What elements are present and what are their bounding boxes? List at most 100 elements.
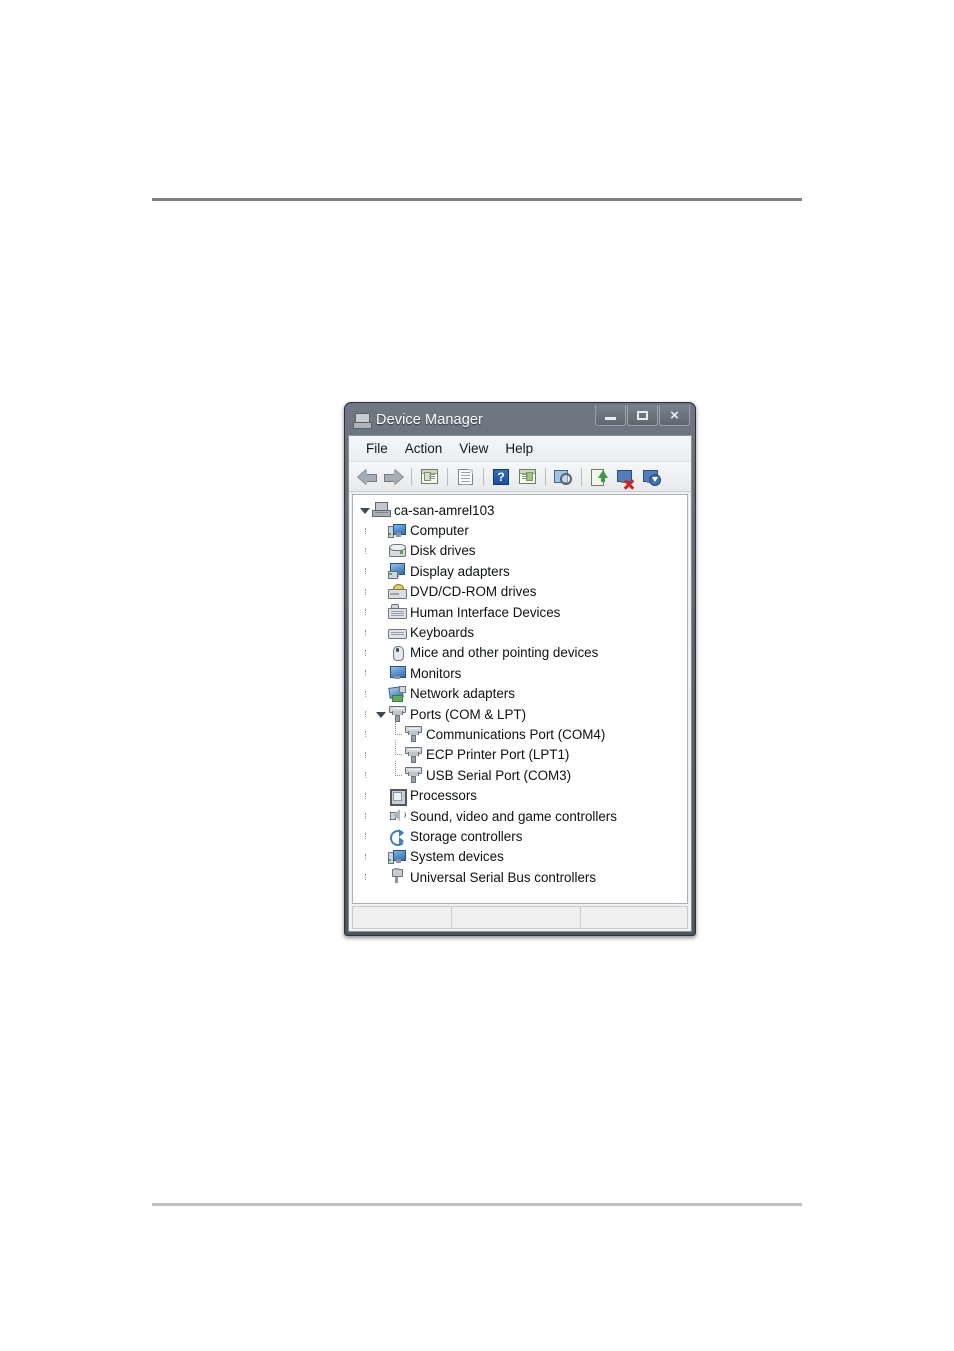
tree-collapsed-arrow-icon[interactable] — [374, 524, 387, 537]
tree-item-label: ca-san-amrel103 — [394, 502, 495, 518]
tree-item[interactable]: Processors — [358, 785, 687, 806]
menu-item-file[interactable]: File — [358, 439, 397, 458]
tree-item[interactable]: Sound, video and game controllers — [358, 806, 687, 826]
toolbar: ? — [349, 462, 691, 492]
tree-item-label: Display adapters — [410, 563, 510, 579]
tree-collapsed-arrow-icon[interactable] — [374, 871, 387, 884]
disk-drive-icon — [388, 543, 406, 559]
console-tree-icon — [420, 469, 438, 484]
mouse-icon — [388, 645, 406, 661]
window-controls: × — [594, 405, 690, 427]
port-icon — [404, 726, 422, 743]
question-mark-icon: ? — [493, 468, 509, 485]
tree-expanded-arrow-icon[interactable] — [358, 504, 371, 517]
tree-item[interactable]: Communications Port (COM4) — [358, 719, 687, 744]
sound-controller-icon — [388, 808, 406, 824]
menu-bar: File Action View Help — [349, 436, 691, 462]
menu-item-help[interactable]: Help — [497, 439, 542, 458]
tree-item[interactable]: Disk drives — [358, 541, 687, 561]
monitor-icon — [388, 665, 406, 681]
tree-item[interactable]: ca-san-amrel103 — [358, 500, 687, 520]
minimize-icon — [605, 416, 616, 420]
tree-collapsed-arrow-icon[interactable] — [374, 830, 387, 843]
tree-item[interactable]: DVD/CD-ROM drives — [358, 582, 687, 602]
tree-collapsed-arrow-icon[interactable] — [374, 789, 387, 802]
status-cell-1 — [353, 907, 452, 928]
tree-collapsed-arrow-icon[interactable] — [374, 667, 387, 680]
tree-collapsed-arrow-icon[interactable] — [374, 585, 387, 598]
uninstall-device-button[interactable] — [639, 465, 663, 488]
tree-item[interactable]: Storage controllers — [358, 826, 687, 847]
arrow-left-icon — [357, 469, 377, 485]
minimize-button[interactable] — [595, 405, 626, 426]
tree-collapsed-arrow-icon[interactable] — [374, 606, 387, 619]
tree-item[interactable]: USB Serial Port (COM3) — [358, 760, 687, 785]
tree-collapsed-arrow-icon[interactable] — [374, 646, 387, 659]
tree-item[interactable]: Human Interface Devices — [358, 602, 687, 622]
tree-item[interactable]: Monitors — [358, 663, 687, 683]
keyboard-icon — [388, 625, 407, 641]
tree-item[interactable]: Display adapters — [358, 561, 687, 581]
toolbar-separator — [581, 467, 582, 486]
tree-item[interactable]: Network adapters — [358, 684, 687, 704]
tree-item-label: System devices — [410, 849, 504, 865]
show-hide-action-pane-button[interactable] — [515, 465, 539, 488]
port-icon — [404, 746, 422, 763]
tree-item[interactable]: Keyboards — [358, 622, 687, 642]
menu-item-view[interactable]: View — [451, 439, 497, 458]
arrow-right-icon — [383, 469, 403, 485]
disable-device-button[interactable] — [613, 465, 637, 490]
tree-item[interactable]: Computer — [358, 520, 687, 540]
processor-icon — [388, 788, 407, 806]
status-cell-3 — [581, 907, 687, 928]
dvd-drive-icon — [388, 583, 407, 600]
network-adapter-icon — [388, 685, 406, 702]
system-device-icon — [388, 849, 406, 865]
human-interface-device-icon — [388, 604, 407, 620]
tree-item[interactable]: System devices — [358, 847, 687, 867]
tree-connector-icon — [390, 760, 403, 782]
computer-icon — [388, 523, 406, 539]
scan-for-hardware-changes-button[interactable] — [551, 465, 575, 488]
computer-root-icon — [372, 502, 391, 518]
tree-collapsed-arrow-icon[interactable] — [374, 850, 387, 863]
tree-item[interactable]: Universal Serial Bus controllers — [358, 867, 687, 887]
show-hide-console-tree-button[interactable] — [417, 465, 441, 488]
action-pane-icon — [518, 469, 536, 484]
title-bar[interactable]: Device Manager × — [348, 405, 692, 435]
toolbar-separator — [545, 467, 546, 486]
display-adapter-icon — [388, 563, 406, 580]
tree-collapsed-arrow-icon[interactable] — [374, 626, 387, 639]
tree-item[interactable]: Ports (COM & LPT) — [358, 704, 687, 724]
forward-button[interactable] — [381, 465, 405, 488]
scan-hardware-icon — [554, 469, 572, 485]
tree-collapsed-arrow-icon[interactable] — [374, 687, 387, 700]
tree-item-label: Computer — [410, 523, 469, 539]
tree-item[interactable]: ECP Printer Port (LPT1) — [358, 740, 687, 765]
tree-item-label: Sound, video and game controllers — [410, 808, 617, 824]
update-driver-software-button[interactable] — [587, 465, 611, 488]
tree-collapsed-arrow-icon[interactable] — [374, 544, 387, 557]
tree-item-label: ECP Printer Port (LPT1) — [426, 747, 570, 763]
port-icon — [388, 706, 406, 723]
tree-item[interactable]: Mice and other pointing devices — [358, 643, 687, 663]
tree-item-label: Monitors — [410, 665, 462, 681]
tree-item-label: Storage controllers — [410, 828, 523, 844]
toolbar-separator — [483, 467, 484, 486]
port-icon — [404, 767, 422, 784]
close-button[interactable]: × — [659, 405, 690, 426]
disable-device-icon — [616, 469, 634, 490]
tree-item-label: Universal Serial Bus controllers — [410, 869, 597, 885]
device-tree-panel[interactable]: ca-san-amrel103 Computer Disk drives Displa… — [352, 494, 688, 904]
menu-item-action[interactable]: Action — [397, 439, 452, 458]
properties-button[interactable] — [453, 465, 477, 488]
tree-collapsed-arrow-icon[interactable] — [374, 565, 387, 578]
tree-item-label: Human Interface Devices — [410, 604, 561, 620]
tree-collapsed-arrow-icon[interactable] — [374, 810, 387, 823]
back-button[interactable] — [355, 465, 379, 488]
maximize-button[interactable] — [627, 405, 658, 426]
tree-expanded-arrow-icon[interactable] — [374, 708, 387, 721]
page-footer-rule — [152, 1203, 802, 1206]
help-button[interactable]: ? — [489, 465, 513, 488]
toolbar-separator — [447, 467, 448, 486]
